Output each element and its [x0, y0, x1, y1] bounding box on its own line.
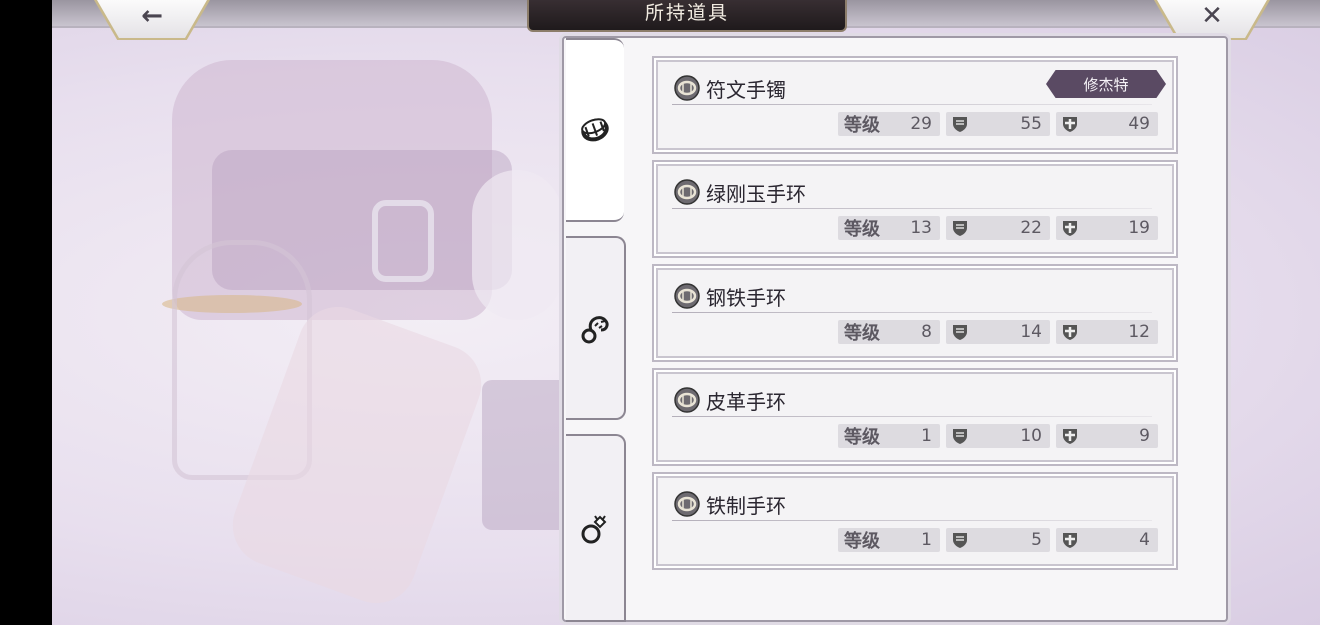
level-stat: 等级 29: [838, 112, 940, 136]
cross-shield-icon: [1063, 533, 1077, 548]
item-card[interactable]: 绿刚玉手环 等级 13 22 19: [656, 164, 1174, 254]
item-name: 铁制手环: [706, 494, 786, 518]
game-screen: ← 所持道具 ✕ 符文手镯 修杰特 等级 29 55 49 绿刚玉手环 等级 1…: [52, 0, 1320, 625]
item-name: 钢铁手环: [706, 286, 786, 310]
level-label: 等级: [844, 115, 880, 136]
divider: [672, 312, 1152, 313]
level-label: 等级: [844, 427, 880, 448]
inventory-panel: 符文手镯 修杰特 等级 29 55 49 绿刚玉手环 等级 13 22 19 钢…: [562, 36, 1228, 622]
bracelet-item-icon: [674, 75, 700, 101]
level-stat: 等级 1: [838, 528, 940, 552]
defense-value: 10: [1020, 426, 1042, 446]
bracelet-item-icon: [674, 179, 700, 205]
bracelet-icon: [581, 118, 609, 142]
bracelet-item-icon: [674, 283, 700, 309]
resistance-stat: 12: [1056, 320, 1158, 344]
cross-shield-icon: [1063, 117, 1077, 132]
background-buckle: [372, 200, 434, 282]
level-stat: 等级 8: [838, 320, 940, 344]
resistance-stat: 19: [1056, 216, 1158, 240]
resistance-value: 12: [1128, 322, 1150, 342]
resistance-value: 9: [1139, 426, 1150, 446]
level-label: 等级: [844, 531, 880, 552]
defense-stat: 14: [946, 320, 1050, 344]
shield-icon: [953, 117, 967, 132]
tab-rings[interactable]: [566, 434, 626, 622]
defense-value: 55: [1020, 114, 1042, 134]
item-stats: 等级 29 55 49: [838, 112, 1158, 136]
item-stats: 等级 1 10 9: [838, 424, 1158, 448]
arrow-left-icon: ←: [141, 1, 163, 31]
level-value: 29: [910, 114, 932, 134]
bracelet-item-icon: [674, 491, 700, 517]
resistance-stat: 49: [1056, 112, 1158, 136]
level-stat: 等级 1: [838, 424, 940, 448]
resistance-value: 19: [1128, 218, 1150, 238]
cross-shield-icon: [1063, 429, 1077, 444]
defense-stat: 55: [946, 112, 1050, 136]
owner-name: 修杰特: [1083, 75, 1129, 94]
divider: [672, 416, 1152, 417]
resistance-value: 4: [1139, 530, 1150, 550]
item-name: 符文手镯: [706, 78, 786, 102]
item-card[interactable]: 皮革手环 等级 1 10 9: [656, 372, 1174, 462]
level-value: 1: [921, 426, 932, 446]
divider: [672, 104, 1152, 105]
item-name: 皮革手环: [706, 390, 786, 414]
close-icon: ✕: [1201, 1, 1223, 31]
item-card[interactable]: 符文手镯 修杰特 等级 29 55 49: [656, 60, 1174, 150]
resistance-value: 49: [1128, 114, 1150, 134]
shield-icon: [953, 533, 967, 548]
level-label: 等级: [844, 219, 880, 240]
defense-value: 5: [1031, 530, 1042, 550]
defense-stat: 22: [946, 216, 1050, 240]
item-stats: 等级 8 14 12: [838, 320, 1158, 344]
category-tabs: [564, 38, 626, 622]
owner-tag: 修杰特: [1046, 70, 1166, 98]
level-stat: 等级 13: [838, 216, 940, 240]
claw-ring-icon: [581, 316, 609, 344]
background-sack: [472, 170, 562, 320]
defense-stat: 5: [946, 528, 1050, 552]
shield-icon: [953, 429, 967, 444]
divider: [672, 208, 1152, 209]
cross-shield-icon: [1063, 221, 1077, 236]
tab-claw-rings[interactable]: [566, 236, 626, 420]
cross-shield-icon: [1063, 325, 1077, 340]
shield-icon: [953, 325, 967, 340]
item-stats: 等级 13 22 19: [838, 216, 1158, 240]
resistance-stat: 4: [1056, 528, 1158, 552]
level-label: 等级: [844, 323, 880, 344]
level-value: 8: [921, 322, 932, 342]
item-name: 绿刚玉手环: [706, 182, 806, 206]
level-value: 1: [921, 530, 932, 550]
ring-icon: [581, 515, 607, 544]
page-title: 所持道具: [644, 1, 729, 24]
level-value: 13: [910, 218, 932, 238]
title-plate: 所持道具: [527, 0, 847, 32]
tab-bracelets[interactable]: [566, 38, 624, 222]
defense-value: 14: [1020, 322, 1042, 342]
bracelet-item-icon: [674, 387, 700, 413]
item-stats: 等级 1 5 4: [838, 528, 1158, 552]
divider: [672, 520, 1152, 521]
item-card[interactable]: 铁制手环 等级 1 5 4: [656, 476, 1174, 566]
shield-icon: [953, 221, 967, 236]
defense-value: 22: [1020, 218, 1042, 238]
item-card[interactable]: 钢铁手环 等级 8 14 12: [656, 268, 1174, 358]
resistance-stat: 9: [1056, 424, 1158, 448]
defense-stat: 10: [946, 424, 1050, 448]
item-list: 符文手镯 修杰特 等级 29 55 49 绿刚玉手环 等级 13 22 19 钢…: [656, 60, 1176, 580]
